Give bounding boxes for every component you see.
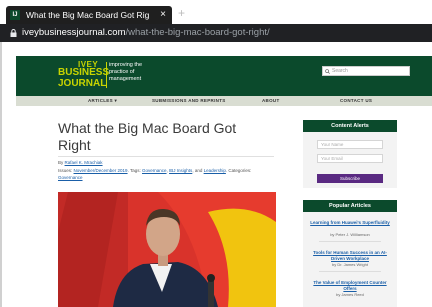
nav-about[interactable]: ABOUT (262, 98, 280, 103)
popular-articles-heading: Popular Articles (303, 200, 397, 212)
article-title-line-2: Right (58, 137, 91, 153)
tab-close-icon[interactable]: × (160, 6, 166, 24)
page-viewport: IVEY BUSINESS JOURNAL improving the prac… (0, 42, 432, 307)
tags-and: and (194, 168, 203, 173)
new-tab-icon[interactable]: + (178, 6, 185, 20)
popular-article-author: by James Reed (336, 292, 364, 297)
main-nav: ARTICLES ▾ SUBMISSIONS AND REPRINTS ABOU… (16, 96, 432, 106)
site-favicon-icon: IJ (10, 10, 20, 20)
popular-articles-box: Popular Articles Learning from Huawei's … (303, 200, 397, 307)
author-link[interactable]: Rafael K. Mrachiak (65, 160, 103, 165)
popular-article-author: by Dr. James Wright (332, 262, 368, 267)
browser-tab-bar: IJ What the Big Mac Board Got Rig × + (0, 0, 432, 24)
article-meta: Issues: November/December 2019. Tags: Go… (58, 168, 252, 180)
nav-articles[interactable]: ARTICLES ▾ (88, 98, 117, 104)
hero-image (58, 192, 276, 307)
site-logo[interactable]: IVEY BUSINESS JOURNAL improving the prac… (58, 60, 148, 92)
site-header: IVEY BUSINESS JOURNAL improving the prac… (16, 56, 432, 96)
issue-link[interactable]: November/December 2019 (74, 168, 128, 173)
tag-link-leadership[interactable]: Leadership (204, 168, 226, 173)
tags-label: Tags: (129, 168, 141, 173)
popular-article-title[interactable]: Learning from Huawei's Superfluidity (309, 220, 391, 226)
url-domain: iveybusinessjournal.com (22, 27, 126, 38)
logo-divider (106, 62, 107, 88)
email-field[interactable]: Your Email (317, 154, 383, 163)
subscribe-button[interactable]: Subscribe (317, 174, 383, 183)
article-title: What the Big Mac Board Got Right (58, 120, 278, 154)
search-input[interactable]: Search (322, 66, 410, 76)
popular-divider (319, 271, 381, 272)
hero-photo (58, 192, 276, 307)
url-path: /what-the-big-mac-board-got-right/ (125, 27, 270, 38)
category-link[interactable]: Governance (58, 175, 83, 180)
tag-link-governance[interactable]: Governance (142, 168, 167, 173)
logo-journal-text: JOURNAL (58, 78, 107, 89)
popular-article-title[interactable]: Tools for Human Success in an AI-Driven … (309, 250, 391, 261)
lock-icon (10, 29, 17, 37)
address-bar[interactable]: iveybusinessjournal.com/what-the-big-mac… (0, 24, 432, 42)
tab-title: What the Big Mac Board Got Rig (26, 10, 150, 20)
url-text[interactable]: iveybusinessjournal.com/what-the-big-mac… (22, 27, 270, 38)
issues-label: Issues: (58, 168, 73, 173)
search-placeholder: Search (332, 68, 348, 74)
popular-divider (319, 241, 381, 242)
tag-link-ibj-insights[interactable]: IBJ Insights (169, 168, 192, 173)
article-title-line-1: What the Big Mac Board Got (58, 120, 237, 136)
content-alerts-heading: Content Alerts (303, 120, 397, 132)
content-alerts-box: Content Alerts Your Name Your Email Subs… (303, 120, 397, 188)
meta-divider (58, 156, 274, 157)
article-byline: By Rafael K. Mrachiak (58, 160, 103, 165)
name-field[interactable]: Your Name (317, 140, 383, 149)
by-label: By (58, 160, 64, 165)
search-icon (325, 69, 330, 74)
logo-business-text: BUSINESS (58, 67, 110, 78)
nav-contact[interactable]: CONTACT US (340, 98, 372, 103)
categories-label: Categories: (228, 168, 252, 173)
nav-submissions[interactable]: SUBMISSIONS AND REPRINTS (152, 98, 226, 103)
site-tagline: improving the practice of management (109, 62, 143, 82)
popular-article-author: by Peter J. Williamson (330, 232, 370, 237)
browser-tab[interactable]: IJ What the Big Mac Board Got Rig × (6, 6, 172, 24)
popular-article-title[interactable]: The Value of Employment Counter Offers (309, 280, 391, 291)
